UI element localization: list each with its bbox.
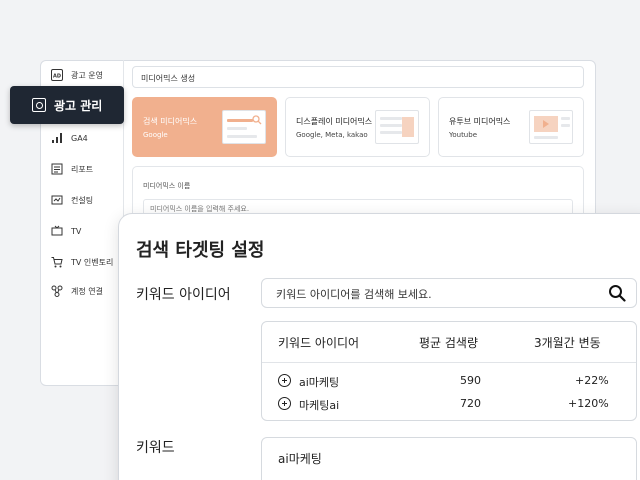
sidebar-item-label: 리포트: [71, 164, 94, 174]
card-display-mediamix[interactable]: 디스플레이 미디어믹스 Google, Meta, kakao: [285, 97, 430, 157]
sidebar-item-consulting[interactable]: 컨설팅: [50, 193, 93, 207]
table-cell-change: +120%: [568, 397, 609, 410]
sidebar-item-label: 광고 운영: [71, 70, 103, 80]
table-cell-change: +22%: [575, 374, 609, 387]
add-keyword-icon[interactable]: [278, 374, 291, 387]
svg-text:AD: AD: [53, 74, 61, 80]
sidebar-item-label: GA4: [71, 133, 88, 143]
sidebar-item-ga4[interactable]: GA4: [50, 131, 88, 145]
keyword-idea-label: 키워드 아이디어: [136, 287, 231, 303]
sidebar-item-label: TV 인벤토리: [71, 257, 114, 267]
card-youtube-mediamix[interactable]: 유투브 미디어믹스 Youtube: [438, 97, 584, 157]
ad-icon: AD: [50, 68, 64, 82]
youtube-thumbnail-icon: [529, 110, 573, 144]
cart-icon: [50, 255, 64, 269]
selected-keyword: ai마케팅: [278, 452, 322, 466]
column-header-volume: 평균 검색량: [419, 336, 479, 350]
report-icon: [50, 162, 64, 176]
sidebar-item-report[interactable]: 리포트: [50, 162, 93, 176]
gear-icon: [32, 98, 46, 112]
keyword-idea-table: 키워드 아이디어 평균 검색량 3개월간 변동 ai마케팅 590 +22% 마…: [261, 321, 637, 421]
column-header-keyword: 키워드 아이디어: [278, 336, 360, 350]
sidebar-item-ad-management[interactable]: 광고 관리: [10, 86, 124, 124]
sidebar-item-label: 광고 관리: [54, 98, 103, 113]
table-cell-keyword: ai마케팅: [299, 376, 340, 389]
table-cell-keyword: 마케팅ai: [299, 399, 340, 412]
sidebar-item-label: 계정 연결: [71, 286, 103, 296]
search-icon[interactable]: [608, 284, 626, 302]
sidebar-item-label: TV: [71, 226, 82, 236]
sidebar-item-account-link[interactable]: 계정 연결: [50, 284, 103, 298]
link-icon: [50, 284, 64, 298]
sidebar-item-tv[interactable]: TV: [50, 224, 81, 238]
search-placeholder: 키워드 아이디어를 검색해 보세요.: [276, 288, 432, 301]
consulting-icon: [50, 193, 64, 207]
card-search-mediamix[interactable]: 검색 미디어믹스 Google: [132, 97, 277, 157]
table-cell-volume: 720: [460, 397, 481, 410]
keyword-search-input[interactable]: 키워드 아이디어를 검색해 보세요.: [261, 278, 637, 308]
bar-chart-icon: [50, 131, 64, 145]
table-cell-volume: 590: [460, 374, 481, 387]
panel-title: 검색 타겟팅 설정: [136, 240, 265, 261]
sidebar-item-tv-inventory[interactable]: TV 인벤토리: [50, 255, 113, 269]
tv-icon: [50, 224, 64, 238]
display-thumbnail-icon: [375, 110, 419, 144]
mediamix-title-bar: 미디어믹스 생성: [132, 66, 584, 88]
column-header-change: 3개월간 변동: [534, 336, 601, 350]
selected-keywords-box[interactable]: ai마케팅: [261, 437, 637, 480]
sidebar-item-ad-operation[interactable]: AD 광고 운영: [50, 68, 103, 82]
sidebar-item-label: 컨설팅: [71, 195, 94, 205]
table-header-divider: [262, 362, 636, 363]
add-keyword-icon[interactable]: [278, 397, 291, 410]
keyword-label: 키워드: [136, 440, 175, 456]
search-thumbnail-icon: [222, 110, 266, 144]
mediamix-name-label: 미디어믹스 이름: [143, 182, 191, 190]
